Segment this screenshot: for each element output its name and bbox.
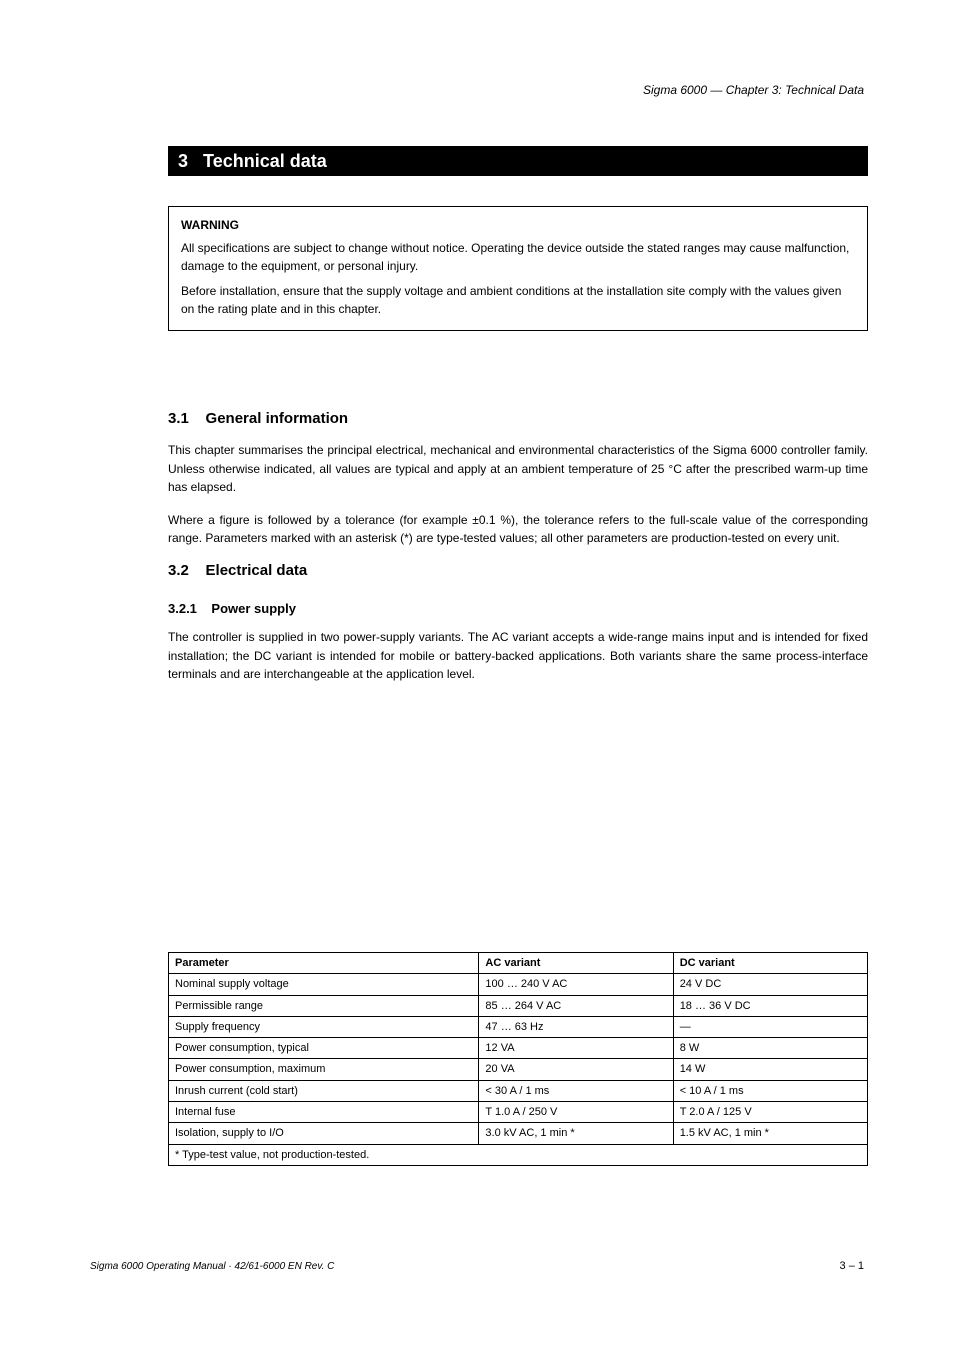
table-cell: T 2.0 A / 125 V xyxy=(673,1102,867,1123)
subsection-3-2-number: 3.2 xyxy=(168,562,189,579)
subsection-3-2-title: Electrical data xyxy=(206,562,308,579)
page: Sigma 6000 — Chapter 3: Technical Data 3… xyxy=(0,0,954,1350)
table-row: Power consumption, typical 12 VA 8 W xyxy=(169,1038,868,1059)
table-cell: Power consumption, typical xyxy=(169,1038,479,1059)
paragraph-1: This chapter summarises the principal el… xyxy=(168,441,868,497)
warning-paragraph-1: All specifications are subject to change… xyxy=(181,240,855,275)
table-header-dc: DC variant xyxy=(673,953,867,974)
warning-box: WARNING All specifications are subject t… xyxy=(168,206,868,331)
subsection-3-1: 3.1 General information xyxy=(168,410,868,427)
section-spacer xyxy=(188,151,203,172)
table-row: Power consumption, maximum 20 VA 14 W xyxy=(169,1059,868,1080)
table-cell: Supply frequency xyxy=(169,1016,479,1037)
subsubsection-3-2-1: 3.2.1 Power supply xyxy=(168,601,868,616)
table-header-row: Parameter AC variant DC variant xyxy=(169,953,868,974)
spec-table-wrap: Parameter AC variant DC variant Nominal … xyxy=(168,952,868,1166)
subsection-3-2: 3.2 Electrical data xyxy=(168,562,868,579)
table-row: Supply frequency 47 … 63 Hz — xyxy=(169,1016,868,1037)
table-cell: 8 W xyxy=(673,1038,867,1059)
table-cell: 47 … 63 Hz xyxy=(479,1016,673,1037)
table-cell: Power consumption, maximum xyxy=(169,1059,479,1080)
table-row: Permissible range 85 … 264 V AC 18 … 36 … xyxy=(169,995,868,1016)
subsubsection-3-2-1-number: 3.2.1 xyxy=(168,601,197,616)
table-cell: 1.5 kV AC, 1 min * xyxy=(673,1123,867,1144)
table-cell: Permissible range xyxy=(169,995,479,1016)
table-cell: 20 VA xyxy=(479,1059,673,1080)
body-area: 3.1 General information This chapter sum… xyxy=(168,410,868,698)
subsection-spacer xyxy=(193,562,201,579)
table-cell: 85 … 264 V AC xyxy=(479,995,673,1016)
table-cell: 3.0 kV AC, 1 min * xyxy=(479,1123,673,1144)
spec-table: Parameter AC variant DC variant Nominal … xyxy=(168,952,868,1166)
table-cell: 12 VA xyxy=(479,1038,673,1059)
table-header-parameter: Parameter xyxy=(169,953,479,974)
header-chapter-title: Sigma 6000 — Chapter 3: Technical Data xyxy=(643,83,864,97)
table-cell: — xyxy=(673,1016,867,1037)
table-footnote: * Type-test value, not production-tested… xyxy=(169,1144,868,1165)
table-cell: Isolation, supply to I/O xyxy=(169,1123,479,1144)
paragraph-3: The controller is supplied in two power-… xyxy=(168,628,868,684)
table-row: Inrush current (cold start) < 30 A / 1 m… xyxy=(169,1080,868,1101)
subsubsection-3-2-1-title: Power supply xyxy=(211,601,296,616)
table-cell: 24 V DC xyxy=(673,974,867,995)
table-cell: < 10 A / 1 ms xyxy=(673,1080,867,1101)
table-cell: T 1.0 A / 250 V xyxy=(479,1102,673,1123)
table-footnote-row: * Type-test value, not production-tested… xyxy=(169,1144,868,1165)
table-row: Internal fuse T 1.0 A / 250 V T 2.0 A / … xyxy=(169,1102,868,1123)
warning-paragraph-2: Before installation, ensure that the sup… xyxy=(181,283,855,318)
section-heading-bar: 3 Technical data xyxy=(168,146,868,176)
table-cell: Internal fuse xyxy=(169,1102,479,1123)
subsection-3-1-number: 3.1 xyxy=(168,410,189,427)
section-number: 3 xyxy=(178,151,188,172)
table-cell: 14 W xyxy=(673,1059,867,1080)
section-title: Technical data xyxy=(203,151,327,172)
table-header-ac: AC variant xyxy=(479,953,673,974)
table-cell: Inrush current (cold start) xyxy=(169,1080,479,1101)
table-row: Nominal supply voltage 100 … 240 V AC 24… xyxy=(169,974,868,995)
subsubsection-spacer xyxy=(201,601,208,616)
table-cell: 18 … 36 V DC xyxy=(673,995,867,1016)
footer-doc-id: Sigma 6000 Operating Manual · 42/61-6000… xyxy=(90,1261,334,1272)
table-row: Isolation, supply to I/O 3.0 kV AC, 1 mi… xyxy=(169,1123,868,1144)
subsection-3-1-title: General information xyxy=(206,410,349,427)
footer-page-number: 3 – 1 xyxy=(840,1260,864,1272)
warning-title: WARNING xyxy=(181,217,855,234)
table-cell: Nominal supply voltage xyxy=(169,974,479,995)
paragraph-2: Where a figure is followed by a toleranc… xyxy=(168,511,868,548)
table-cell: < 30 A / 1 ms xyxy=(479,1080,673,1101)
subsection-spacer xyxy=(193,410,201,427)
table-cell: 100 … 240 V AC xyxy=(479,974,673,995)
